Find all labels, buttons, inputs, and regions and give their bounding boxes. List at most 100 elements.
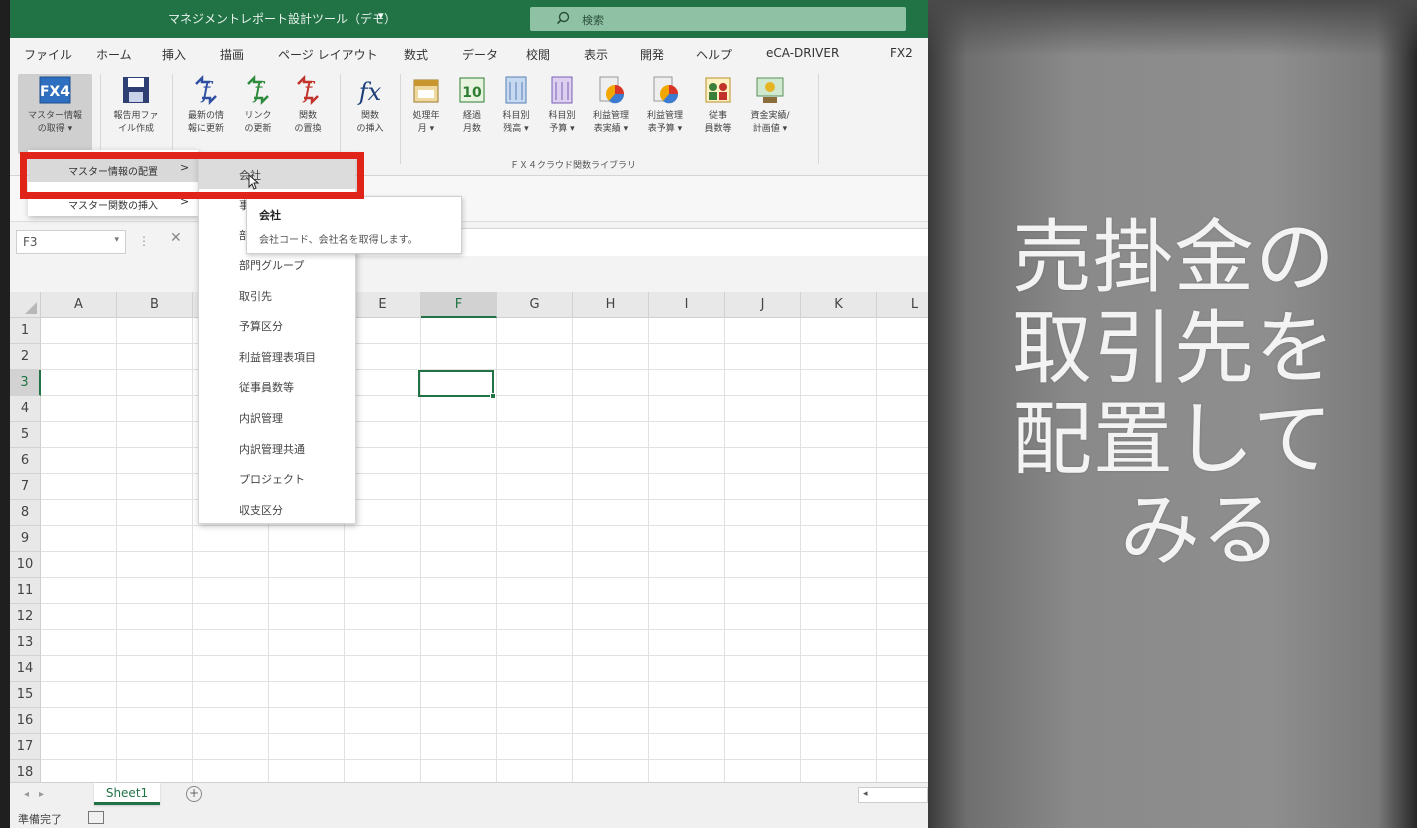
gridline (41, 759, 928, 760)
caption-line: 配置して (1012, 393, 1334, 486)
row-header[interactable]: 13 (10, 630, 41, 656)
tab-review[interactable]: 校閲 (526, 46, 550, 63)
tab-eca-driver[interactable]: eCA-DRIVER (766, 46, 839, 60)
row-header[interactable]: 5 (10, 422, 41, 448)
tab-draw[interactable]: 描画 (220, 46, 244, 63)
submenu-item-project[interactable]: プロジェクト (199, 463, 355, 493)
submenu-item-breakdown-common[interactable]: 内訳管理共通 (199, 433, 355, 463)
column-header[interactable]: I (649, 292, 725, 318)
tab-help[interactable]: ヘルプ (696, 46, 732, 63)
gridline (41, 733, 928, 734)
processing-month-button[interactable]: 処理年 月 ▾ (404, 74, 448, 136)
tab-page-layout[interactable]: ページ レイアウト (278, 46, 378, 63)
chevron-down-icon[interactable]: ▾ (114, 235, 119, 245)
active-cell[interactable] (418, 370, 496, 399)
employees-button[interactable]: 従事 員数等 (696, 74, 740, 136)
row-header[interactable]: 4 (10, 396, 41, 422)
excel-window: マネジメントレポート設計ツール（デモ） ▾ 検索 ファイル ホーム 挿入 描画 … (10, 0, 928, 828)
tab-data[interactable]: データ (462, 46, 498, 63)
fill-handle[interactable] (490, 393, 496, 399)
row-header[interactable]: 10 (10, 552, 41, 578)
horizontal-scrollbar[interactable]: ◂ (858, 787, 928, 803)
row-header[interactable]: 8 (10, 500, 41, 526)
profit-budget-button[interactable]: 利益管理 表予算 ▾ (640, 74, 690, 136)
fund-plan-button[interactable]: 資金実績/ 計画値 ▾ (744, 74, 796, 136)
fund-icon (756, 77, 784, 103)
row-header[interactable]: 9 (10, 526, 41, 552)
name-box[interactable]: F3 ▾ (16, 230, 126, 254)
row-header[interactable]: 3 (10, 370, 41, 396)
gridline (876, 318, 877, 786)
gridline (496, 318, 497, 786)
row-header[interactable]: 7 (10, 474, 41, 500)
function-replace-button[interactable]: f 関数 の置換 (286, 74, 330, 136)
column-header[interactable]: E (345, 292, 421, 318)
gridline (41, 343, 928, 344)
column-header[interactable]: H (573, 292, 649, 318)
title-dropdown-caret[interactable]: ▾ (378, 9, 384, 22)
row-header[interactable]: 6 (10, 448, 41, 474)
account-budget-button[interactable]: 科目別 予算 ▾ (540, 74, 584, 136)
row-header[interactable]: 1 (10, 318, 41, 344)
row-header[interactable]: 12 (10, 604, 41, 630)
window-title: マネジメントレポート設計ツール（デモ） (168, 12, 397, 26)
app-root: マネジメントレポート設計ツール（デモ） ▾ 検索 ファイル ホーム 挿入 描画 … (0, 0, 1417, 828)
select-all-corner[interactable] (10, 292, 41, 318)
submenu-item-breakdown[interactable]: 内訳管理 (199, 402, 355, 432)
worksheet-grid[interactable]: ABCDEFGHIJKL 123456789101112131415161718 (10, 292, 928, 786)
row-header[interactable]: 16 (10, 708, 41, 734)
column-header[interactable]: F (421, 292, 497, 318)
column-header[interactable]: L (877, 292, 928, 318)
link-update-button[interactable]: f リンク の更新 (236, 74, 280, 136)
tab-file[interactable]: ファイル (24, 46, 72, 63)
column-header[interactable]: J (725, 292, 801, 318)
status-bar: 準備完了 (10, 808, 928, 828)
sheet-tab-sheet1[interactable]: Sheet1 (94, 783, 160, 805)
tab-fx2[interactable]: FX2 (890, 46, 913, 60)
tab-formulas[interactable]: 数式 (404, 46, 428, 63)
search-box[interactable]: 検索 (530, 7, 906, 31)
fx4-icon: FX4 (39, 76, 71, 104)
column-header[interactable]: A (41, 292, 117, 318)
elapsed-months-button[interactable]: 10 経過 月数 (450, 74, 494, 136)
row-header[interactable]: 11 (10, 578, 41, 604)
row-header[interactable]: 14 (10, 656, 41, 682)
ribbon-separator (400, 74, 401, 164)
scroll-left-icon[interactable]: ◂ (863, 789, 868, 799)
submenu-item-budget-category[interactable]: 予算区分 (199, 310, 355, 340)
calendar-10-icon: 10 (459, 77, 485, 103)
column-header[interactable]: K (801, 292, 877, 318)
insert-function-icon: fx (357, 78, 382, 106)
ribbon-separator (818, 74, 819, 164)
macro-record-icon[interactable] (88, 811, 104, 824)
master-info-button[interactable]: FX4 マスター情報 の取得 ▾ (18, 74, 92, 154)
report-file-button[interactable]: 報告用ファ イル作成 (110, 74, 162, 136)
profit-actual-button[interactable]: 利益管理 表実績 ▾ (586, 74, 636, 136)
tab-home[interactable]: ホーム (96, 46, 132, 63)
tab-view[interactable]: 表示 (584, 46, 608, 63)
tooltip: 会社 会社コード、会社名を取得します。 (246, 196, 462, 254)
row-header[interactable]: 17 (10, 734, 41, 760)
caption-panel: 売掛金の 取引先を 配置して みる (928, 0, 1417, 828)
add-sheet-button[interactable]: + (186, 786, 202, 802)
refresh-latest-button[interactable]: f 最新の情 報に更新 (184, 74, 228, 136)
submenu-item-customer[interactable]: 取引先 (199, 280, 355, 310)
column-header[interactable]: B (117, 292, 193, 318)
sheet-tab-bar: ◂▸ Sheet1 + ◂ (10, 782, 928, 808)
submenu-item-employees[interactable]: 従事員数等 (199, 371, 355, 401)
cancel-icon[interactable]: ✕ (170, 230, 182, 246)
account-balance-button[interactable]: 科目別 残高 ▾ (494, 74, 538, 136)
submenu-item-income-expense-category[interactable]: 収支区分 (199, 494, 355, 524)
gridline (192, 318, 193, 786)
submenu-item-profit-table-item[interactable]: 利益管理表項目 (199, 341, 355, 371)
column-header[interactable]: G (497, 292, 573, 318)
calendar-icon (413, 79, 439, 103)
tab-developer[interactable]: 開発 (640, 46, 664, 63)
row-header[interactable]: 15 (10, 682, 41, 708)
sheet-nav-arrows-icon[interactable]: ◂▸ (24, 789, 54, 800)
function-replace-icon: f (297, 74, 319, 106)
tab-insert[interactable]: 挿入 (162, 46, 186, 63)
row-header[interactable]: 2 (10, 344, 41, 370)
insert-function-button[interactable]: fx 関数 の挿入 (348, 74, 392, 136)
save-icon (123, 77, 149, 103)
